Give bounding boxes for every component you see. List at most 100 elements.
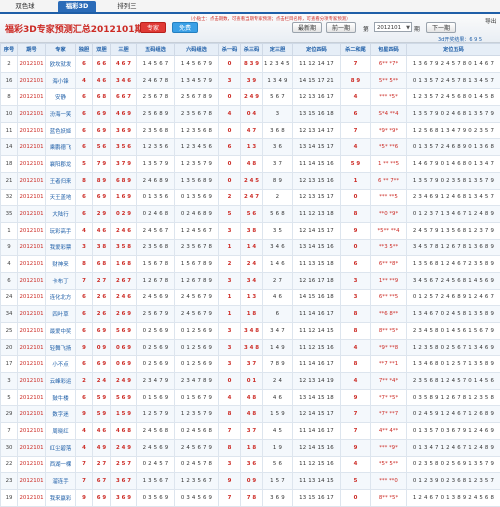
table-cell: 2 7 xyxy=(93,272,111,289)
table-row: 232012101溜连手76 73 6 71 3 5 6 71 2 3 5 6 … xyxy=(1,473,500,490)
table-cell: 8 3 9 xyxy=(241,56,263,73)
table-cell: 1 3 5 7 9 0 2 3 5 8 1 3 5 7 9 xyxy=(407,172,500,189)
column-header[interactable]: 双胆 xyxy=(93,44,111,56)
issue-link[interactable]: 2012101 xyxy=(18,206,46,223)
table-cell: 4 xyxy=(76,222,93,239)
table-cell: 6 6 7 xyxy=(111,89,137,106)
column-header[interactable]: 五码组选 xyxy=(137,44,175,56)
table-cell: 4 7 xyxy=(241,122,263,139)
table-cell: 大陆行 xyxy=(46,206,76,223)
tab-shuangseqiu[interactable]: 双色球 xyxy=(6,1,44,12)
table-cell: 1 3 5 6 7 xyxy=(137,473,175,490)
export-link[interactable]: 导出 xyxy=(485,16,497,25)
column-header[interactable]: 杀一码 xyxy=(219,44,241,56)
table-cell: 3 7 9 xyxy=(111,156,137,173)
table-cell: 5 9 xyxy=(341,156,371,173)
table-cell: 2 4 5 6 7 9 xyxy=(175,306,219,323)
column-header[interactable]: 杀二和尾 xyxy=(341,44,371,56)
column-header[interactable]: 三胆 xyxy=(111,44,137,56)
table-cell: 32 xyxy=(1,189,18,206)
issue-link[interactable]: 2012101 xyxy=(18,373,46,390)
table-cell: 1 3 5 7 9 0 2 4 6 8 1 3 5 7 9 xyxy=(407,106,500,123)
table-cell: 11 14 15 16 xyxy=(293,156,341,173)
tab-pailiesan[interactable]: 排列三 xyxy=(108,1,146,12)
free-button[interactable]: 免费 xyxy=(172,22,198,33)
column-header[interactable]: 包星四码 xyxy=(371,44,407,56)
table-cell: 2 4 5 6 9 xyxy=(137,439,175,456)
issue-prefix: 第 xyxy=(363,24,369,33)
table-cell: 1 5 6 7 8 9 xyxy=(175,256,219,273)
latest-issue-button[interactable]: 最新期 xyxy=(292,22,322,33)
column-header[interactable]: 六码组选 xyxy=(175,44,219,56)
table-cell: 周晓红 xyxy=(46,423,76,440)
table-cell: 3 xyxy=(341,272,371,289)
table-cell: 4 8 xyxy=(241,406,263,423)
issue-link[interactable]: 2012101 xyxy=(18,356,46,373)
issue-link[interactable]: 2012101 xyxy=(18,489,46,506)
table-cell: 0 4 xyxy=(241,106,263,123)
next-issue-button[interactable]: 下一期 xyxy=(426,22,456,33)
table-cell: 0 2 4 5 6 8 xyxy=(175,423,219,440)
column-header[interactable]: 独胆 xyxy=(76,44,93,56)
issue-link[interactable]: 2012101 xyxy=(18,139,46,156)
issue-link[interactable]: 2012101 xyxy=(18,272,46,289)
prediction-table: 序号期号专家独胆双胆三胆五码组选六码组选杀一码杀三码定三胆定位四码杀二和尾包星四… xyxy=(0,43,500,507)
issue-link[interactable]: 2012101 xyxy=(18,306,46,323)
issue-link[interactable]: 2012101 xyxy=(18,56,46,73)
table-cell: 0 1 2 5 6 9 xyxy=(175,356,219,373)
issue-link[interactable]: 2012101 xyxy=(18,222,46,239)
table-cell: 2 7 xyxy=(263,272,293,289)
issue-select[interactable]: 2012101 ▼ xyxy=(374,22,412,32)
table-cell: **7 **1 xyxy=(371,356,407,373)
issue-link[interactable]: 2012101 xyxy=(18,122,46,139)
issue-link[interactable]: 2012101 xyxy=(18,323,46,340)
table-cell: 1 3 4 6 8 0 1 2 5 7 1 3 5 8 9 xyxy=(407,356,500,373)
table-cell: 2 4 xyxy=(93,373,111,390)
table-cell: 2 4 5 6 9 xyxy=(137,289,175,306)
table-cell: 4 6 xyxy=(263,389,293,406)
issue-link[interactable]: 2012101 xyxy=(18,256,46,273)
issue-link[interactable]: 2012101 xyxy=(18,423,46,440)
expert-button[interactable]: 专家 xyxy=(140,22,166,33)
issue-link[interactable]: 2012101 xyxy=(18,456,46,473)
table-cell: 6 9 xyxy=(93,356,111,373)
issue-link[interactable]: 2012101 xyxy=(18,473,46,490)
issue-link[interactable]: 2012101 xyxy=(18,172,46,189)
prev-issue-button[interactable]: 前一期 xyxy=(326,22,356,33)
issue-link[interactable]: 2012101 xyxy=(18,72,46,89)
table-cell: 16 xyxy=(1,72,18,89)
column-header[interactable]: 定三胆 xyxy=(263,44,293,56)
issue-link[interactable]: 2012101 xyxy=(18,389,46,406)
table-row: 102012101汾海一笑66 94 6 92 5 6 8 92 3 5 6 7… xyxy=(1,106,500,123)
issue-link[interactable]: 2012101 xyxy=(18,439,46,456)
table-cell: 0 1 5 6 9 xyxy=(137,389,175,406)
table-cell: 12 13 16 17 xyxy=(293,89,341,106)
issue-link[interactable]: 2012101 xyxy=(18,106,46,123)
column-header[interactable]: 定位四码 xyxy=(293,44,341,56)
table-cell: 11 13 15 18 xyxy=(293,256,341,273)
issue-link[interactable]: 2012101 xyxy=(18,156,46,173)
table-row: 292012101数字迷95 91 5 91 2 5 7 91 2 3 5 7 … xyxy=(1,406,500,423)
table-cell: 9 xyxy=(219,473,241,490)
issue-link[interactable]: 2012101 xyxy=(18,239,46,256)
table-cell: 6 8 xyxy=(93,89,111,106)
table-cell: 3 xyxy=(219,339,241,356)
table-cell: 14 15 16 18 xyxy=(293,289,341,306)
table-cell: 乘鹏德飞 xyxy=(46,139,76,156)
column-header[interactable]: 定位五码 xyxy=(407,44,500,56)
table-cell: 3 xyxy=(219,72,241,89)
table-cell: 卡布丁 xyxy=(46,272,76,289)
issue-link[interactable]: 2012101 xyxy=(18,339,46,356)
table-cell: 0 9 xyxy=(93,339,111,356)
tab-fucai3d[interactable]: 福彩3D xyxy=(58,1,96,12)
issue-link[interactable]: 2012101 xyxy=(18,189,46,206)
table-cell: 1 2 4 5 6 7 xyxy=(175,222,219,239)
issue-link[interactable]: 2012101 xyxy=(18,406,46,423)
issue-link[interactable]: 2012101 xyxy=(18,89,46,106)
table-cell: 4 6 xyxy=(263,289,293,306)
column-header[interactable]: 杀三码 xyxy=(241,44,263,56)
table-cell: 0 xyxy=(219,156,241,173)
table-cell: 1 2 5 7 9 xyxy=(137,406,175,423)
issue-link[interactable]: 2012101 xyxy=(18,289,46,306)
table-cell: 6 xyxy=(341,106,371,123)
